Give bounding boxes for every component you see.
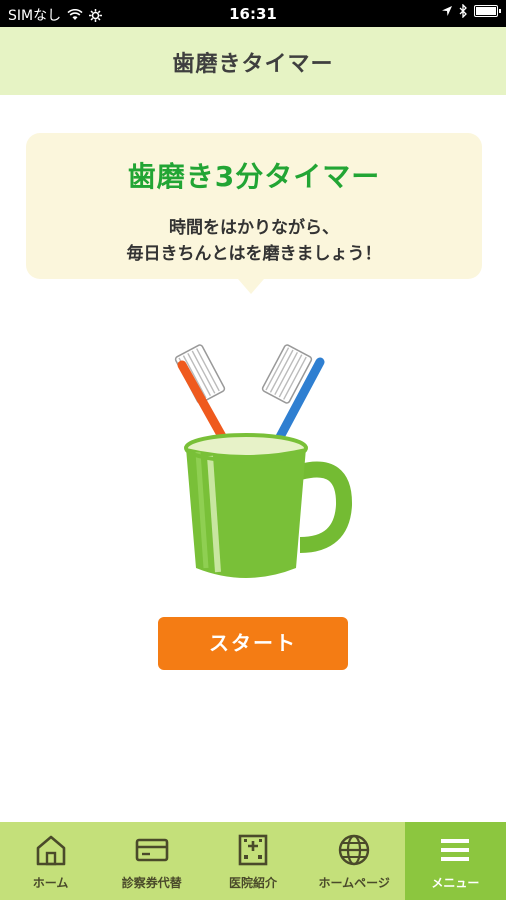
timer-heading: 歯磨き3分タイマー xyxy=(127,160,381,193)
home-icon xyxy=(36,835,65,866)
hospital-icon xyxy=(238,834,268,866)
start-button[interactable]: スタート xyxy=(158,617,348,670)
tab-menu[interactable]: メニュー xyxy=(404,822,506,900)
tab-homepage-label: ホームページ xyxy=(318,876,390,890)
description-line-1: 時間をはかりながら、 xyxy=(169,218,339,238)
page-title: 歯磨きタイマー xyxy=(172,52,334,77)
globe-icon xyxy=(339,834,370,866)
tab-clinic[interactable]: 医院紹介 xyxy=(202,822,303,900)
battery-icon xyxy=(474,5,501,17)
menu-icon xyxy=(441,839,470,861)
speech-bubble: 歯磨き3分タイマー 時間をはかりながら、 毎日きちんとはを磨きましょう！ xyxy=(26,133,482,279)
bluetooth-icon xyxy=(459,4,467,18)
tab-clinic-label: 医院紹介 xyxy=(228,876,277,890)
status-time: 16:31 xyxy=(229,5,277,23)
tab-home[interactable]: ホーム xyxy=(0,822,101,900)
card-icon xyxy=(135,838,169,862)
status-bar: SIMなし 16:31 xyxy=(0,0,506,27)
tab-bar: ホーム 診察券代替 医院紹介 ホームページ メニュー xyxy=(0,822,506,900)
nav-bar: 歯磨きタイマー xyxy=(0,27,506,95)
tab-card-label: 診察券代替 xyxy=(121,876,182,890)
toothbrush-cup-illustration xyxy=(174,344,353,578)
description-line-2: 毎日きちんとはを磨きましょう！ xyxy=(126,244,382,264)
tab-home-label: ホーム xyxy=(32,876,69,890)
tab-homepage[interactable]: ホームページ xyxy=(304,822,405,900)
location-icon xyxy=(442,6,452,16)
tab-menu-label: メニュー xyxy=(431,876,480,890)
status-right xyxy=(441,4,501,18)
tab-card[interactable]: 診察券代替 xyxy=(101,822,202,900)
speech-bubble-tail xyxy=(238,279,264,294)
